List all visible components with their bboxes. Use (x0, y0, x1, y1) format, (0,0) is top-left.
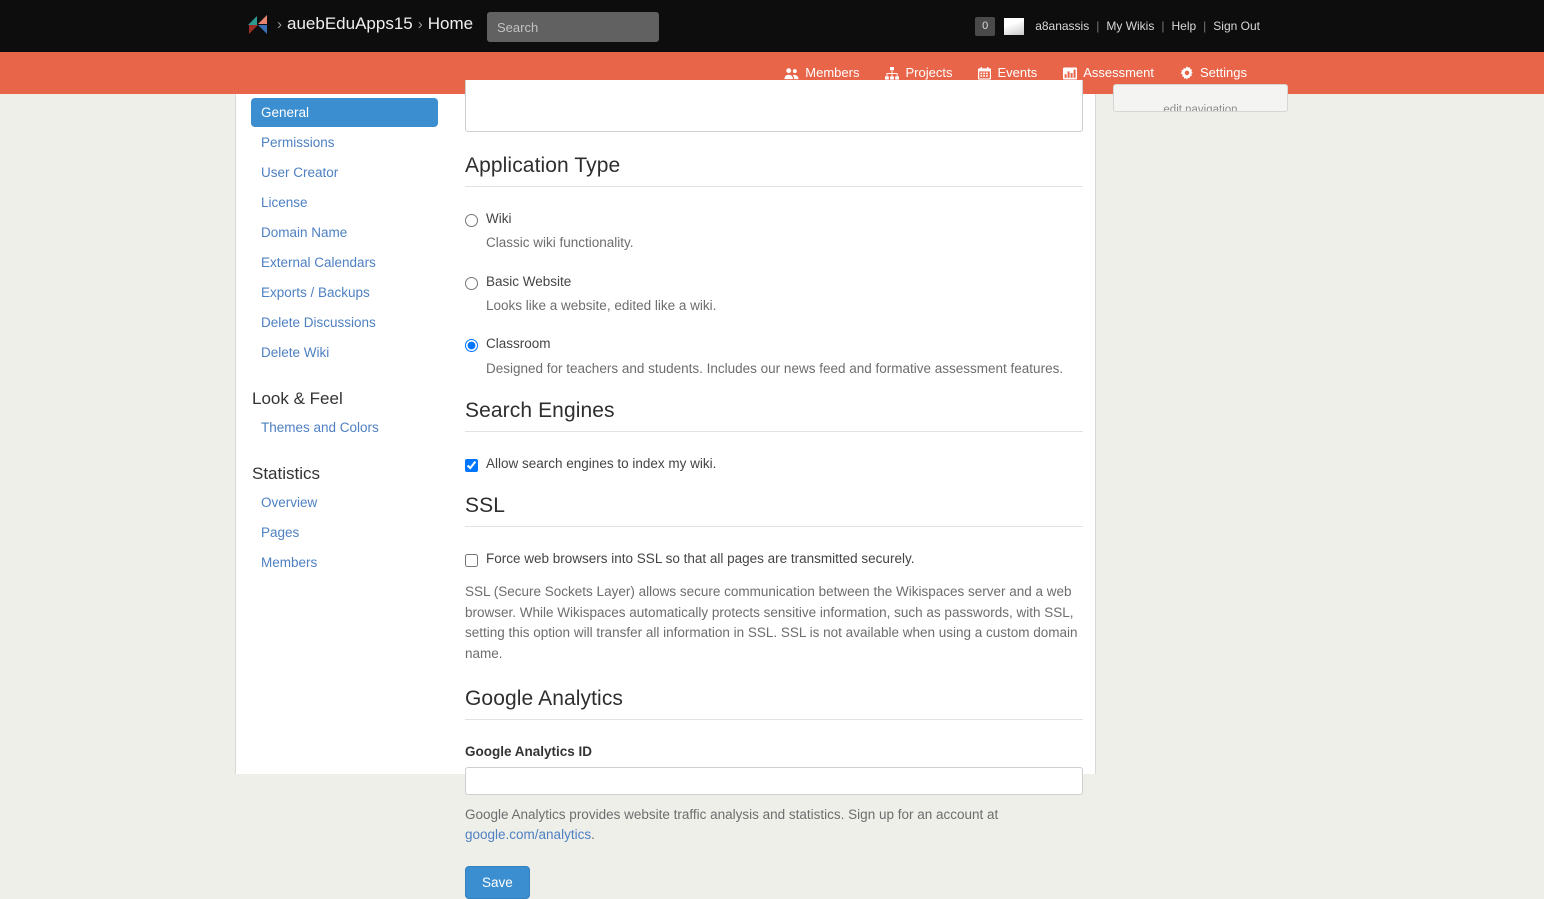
save-button[interactable]: Save (465, 866, 530, 899)
sidebar-item-domain-name[interactable]: Domain Name (251, 218, 456, 247)
option-description-basic-website: Looks like a website, edited like a wiki… (486, 297, 717, 313)
application-type-option-classroom[interactable]: Classroom Designed for teachers and stud… (465, 336, 1083, 377)
sidebar-item-license[interactable]: License (251, 188, 456, 217)
search-input[interactable] (487, 12, 659, 42)
label-google-analytics-id: Google Analytics ID (465, 744, 593, 760)
my-wikis-link[interactable]: My Wikis (1106, 19, 1154, 33)
ssl-help-text: SSL (Secure Sockets Layer) allows secure… (465, 583, 1078, 662)
sidebar-item-delete-wiki[interactable]: Delete Wiki (251, 338, 456, 367)
sidebar-item-stats-pages[interactable]: Pages (251, 518, 456, 547)
top-link-separator-2: | (1161, 19, 1165, 33)
top-link-separator-1: | (1096, 19, 1100, 33)
sidebar-item-stats-overview[interactable]: Overview (251, 488, 456, 517)
sidebar-item-stats-members[interactable]: Members (251, 548, 456, 577)
page-body: General Permissions User Creator License… (0, 80, 1544, 899)
gear-icon (1180, 66, 1194, 80)
wikispaces-pinwheel-logo-icon[interactable] (248, 14, 267, 34)
checkbox-label-allow-search-engines: Allow search engines to index my wiki. (486, 456, 717, 472)
edit-navigation-label: edit navigation (1163, 104, 1238, 112)
settings-main-column: Application Type Wiki Classic wiki funct… (465, 80, 1083, 899)
sidebar-item-exports-backups[interactable]: Exports / Backups (251, 278, 456, 307)
breadcrumb-separator-2: › (417, 15, 423, 33)
sidebar-item-delete-discussions[interactable]: Delete Discussions (251, 308, 456, 337)
google-analytics-help-text-after: . (591, 826, 595, 842)
ssl-checkbox-row[interactable]: Force web browsers into SSL so that all … (465, 551, 1083, 568)
breadcrumb-separator-1: › (277, 15, 282, 33)
edit-navigation-widget[interactable]: edit navigation (1113, 84, 1288, 112)
sidebar-group-look-and-feel: Look & Feel (252, 389, 343, 408)
radio-application-type-basic-website[interactable] (465, 276, 478, 290)
checkbox-allow-search-engines[interactable] (465, 459, 478, 473)
breadcrumb: › auebEduApps15 › Home (248, 14, 473, 34)
section-heading-ssl: SSL (465, 494, 1083, 528)
sidebar-item-themes-and-colors[interactable]: Themes and Colors (251, 413, 456, 442)
google-analytics-link[interactable]: google.com/analytics (465, 827, 591, 842)
checkbox-label-force-ssl: Force web browsers into SSL so that all … (486, 551, 915, 567)
top-right-controls: 0 a8anassis | My Wikis | Help | Sign Out (975, 0, 1260, 52)
content-card: General Permissions User Creator License… (235, 80, 1288, 899)
notification-badge[interactable]: 0 (975, 16, 996, 36)
sign-out-link[interactable]: Sign Out (1213, 19, 1260, 33)
option-label-basic-website: Basic Website (486, 273, 572, 289)
application-type-option-wiki[interactable]: Wiki Classic wiki functionality. (465, 211, 1083, 252)
option-description-classroom: Designed for teachers and students. Incl… (486, 360, 1064, 376)
radio-application-type-classroom[interactable] (465, 339, 478, 353)
sitemap-icon (885, 66, 900, 80)
section-heading-google-analytics: Google Analytics (465, 687, 1083, 721)
settings-sidebar: General Permissions User Creator License… (251, 98, 456, 578)
sidebar-item-general[interactable]: General (251, 98, 438, 127)
help-link[interactable]: Help (1171, 19, 1196, 33)
google-analytics-id-input[interactable] (465, 767, 1083, 796)
users-group-icon (784, 67, 799, 80)
username-label[interactable]: a8anassis (1035, 19, 1089, 33)
section-heading-search-engines: Search Engines (465, 399, 1083, 433)
google-analytics-help-text: Google Analytics provides website traffi… (465, 805, 1065, 844)
option-description-wiki: Classic wiki functionality. (486, 235, 634, 251)
google-analytics-help-text-before: Google Analytics provides website traffi… (465, 807, 999, 823)
bar-chart-icon (1063, 67, 1078, 80)
sidebar-item-external-calendars[interactable]: External Calendars (251, 248, 456, 277)
search-engines-checkbox-row[interactable]: Allow search engines to index my wiki. (465, 456, 1083, 473)
breadcrumb-page-name[interactable]: Home (428, 14, 473, 34)
calendar-icon (978, 66, 992, 80)
avatar[interactable] (1004, 17, 1025, 35)
checkbox-force-ssl[interactable] (465, 554, 478, 568)
sidebar-item-user-creator[interactable]: User Creator (251, 158, 456, 187)
radio-application-type-wiki[interactable] (465, 214, 478, 227)
sidebar-group-statistics: Statistics (252, 464, 321, 483)
option-label-classroom: Classroom (486, 336, 551, 352)
section-heading-application-type: Application Type (465, 154, 1083, 187)
top-link-separator-3: | (1203, 19, 1207, 33)
breadcrumb-wiki-name[interactable]: auebEduApps15 (287, 14, 413, 34)
sidebar-item-permissions[interactable]: Permissions (251, 128, 456, 157)
wiki-description-textarea[interactable] (465, 80, 1083, 132)
application-type-option-basic-website[interactable]: Basic Website Looks like a website, edit… (465, 274, 1083, 315)
top-bar: › auebEduApps15 › Home 0 a8anassis | My … (0, 0, 1544, 52)
option-label-wiki: Wiki (486, 211, 512, 226)
